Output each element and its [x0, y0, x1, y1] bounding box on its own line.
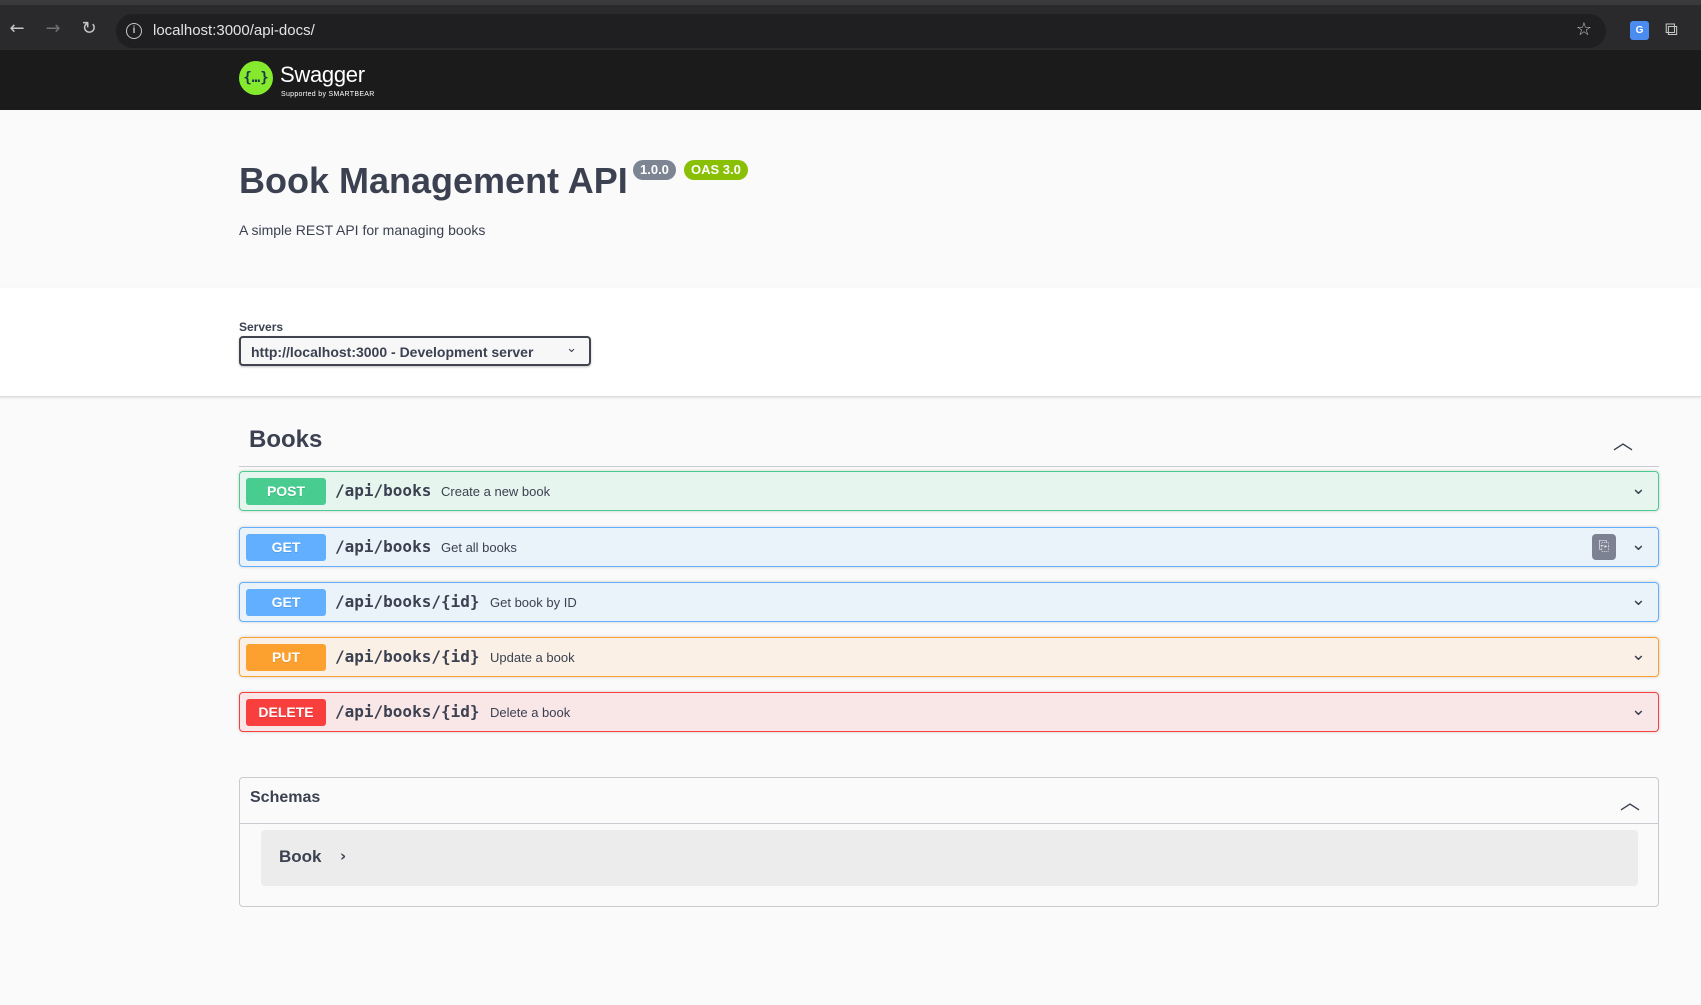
chevron-down-icon[interactable]: ⌄: [1631, 534, 1646, 555]
method-badge[interactable]: PUT: [246, 644, 326, 671]
operation-put-book[interactable]: PUT /api/books/{id} Update a book ⌄: [239, 637, 1659, 677]
browser-toolbar: ← → ↻ i localhost:3000/api-docs/ ☆ G ⧉: [0, 0, 1701, 50]
model-book[interactable]: Book ›: [261, 830, 1638, 886]
chevron-down-icon[interactable]: ⌄: [1631, 589, 1646, 610]
operation-path[interactable]: /api/books: [335, 537, 431, 556]
site-info-icon[interactable]: i: [126, 23, 142, 39]
translate-icon[interactable]: G: [1630, 21, 1649, 40]
url-text[interactable]: localhost:3000/api-docs/: [153, 22, 315, 39]
swagger-topbar: {…} Swagger Supported by SMARTBEAR: [0, 50, 1701, 110]
reload-icon[interactable]: ↻: [78, 18, 100, 40]
swagger-logo-subtitle: Supported by SMARTBEAR: [281, 91, 375, 98]
servers-selected-value[interactable]: http://localhost:3000 - Development serv…: [251, 344, 533, 360]
chevron-down-icon[interactable]: ⌄: [1631, 644, 1646, 665]
operation-summary[interactable]: Get all books: [441, 540, 517, 555]
copy-to-clipboard-icon[interactable]: ⎘: [1592, 534, 1616, 560]
collapse-arrow-icon[interactable]: ︿: [1620, 786, 1640, 815]
operation-path[interactable]: /api/books: [335, 481, 431, 500]
forward-icon[interactable]: →: [42, 18, 64, 40]
operation-get-book-by-id[interactable]: GET /api/books/{id} Get book by ID ⌄: [239, 582, 1659, 622]
operation-summary[interactable]: Create a new book: [441, 484, 550, 499]
operation-path[interactable]: /api/books/{id}: [335, 592, 480, 611]
api-description: A simple REST API for managing books: [239, 222, 486, 238]
tag-title[interactable]: Books: [249, 426, 322, 454]
operation-delete-book[interactable]: DELETE /api/books/{id} Delete a book ⌄: [239, 692, 1659, 732]
chevron-down-icon[interactable]: ⌄: [1631, 699, 1646, 720]
oas-badge: OAS 3.0: [684, 160, 748, 180]
address-bar[interactable]: i localhost:3000/api-docs/ ☆: [116, 14, 1606, 48]
collapse-arrow-icon[interactable]: ︿: [1613, 426, 1633, 455]
method-badge[interactable]: GET: [246, 589, 326, 616]
schemas-title[interactable]: Schemas: [250, 789, 320, 807]
swagger-logo-text[interactable]: Swagger: [280, 62, 365, 88]
method-badge[interactable]: GET: [246, 534, 326, 561]
swagger-logo-icon[interactable]: {…}: [239, 61, 273, 95]
operation-get-books[interactable]: GET /api/books Get all books ⎘ ⌄: [239, 527, 1659, 567]
operation-summary[interactable]: Delete a book: [490, 705, 570, 720]
servers-select[interactable]: http://localhost:3000 - Development serv…: [239, 336, 591, 366]
version-badge: 1.0.0: [633, 160, 676, 180]
operation-post-books[interactable]: POST /api/books Create a new book ⌄: [239, 471, 1659, 511]
servers-section: Servers http://localhost:3000 - Developm…: [0, 288, 1701, 397]
tag-section-books[interactable]: Books ︿: [239, 420, 1659, 467]
chevron-down-icon[interactable]: ⌄: [566, 341, 577, 356]
page-title: Book Management API: [239, 160, 628, 201]
operation-path[interactable]: /api/books/{id}: [335, 702, 480, 721]
chevron-down-icon[interactable]: ⌄: [1631, 478, 1646, 499]
schemas-header[interactable]: Schemas ︿: [240, 778, 1658, 824]
method-badge[interactable]: DELETE: [246, 699, 326, 726]
bookmark-star-icon[interactable]: ☆: [1576, 19, 1592, 40]
extensions-icon[interactable]: ⧉: [1665, 19, 1678, 40]
method-badge[interactable]: POST: [246, 478, 326, 505]
chevron-right-icon[interactable]: ›: [340, 847, 346, 865]
operation-summary[interactable]: Get book by ID: [490, 595, 577, 610]
api-info: Book Management API 1.0.0 OAS 3.0 A simp…: [0, 110, 1701, 288]
schemas-section: Schemas ︿ Book ›: [239, 777, 1659, 907]
operation-summary[interactable]: Update a book: [490, 650, 575, 665]
servers-label: Servers: [239, 320, 284, 334]
operation-path[interactable]: /api/books/{id}: [335, 647, 480, 666]
back-icon[interactable]: ←: [6, 18, 28, 40]
model-name[interactable]: Book: [279, 847, 322, 867]
